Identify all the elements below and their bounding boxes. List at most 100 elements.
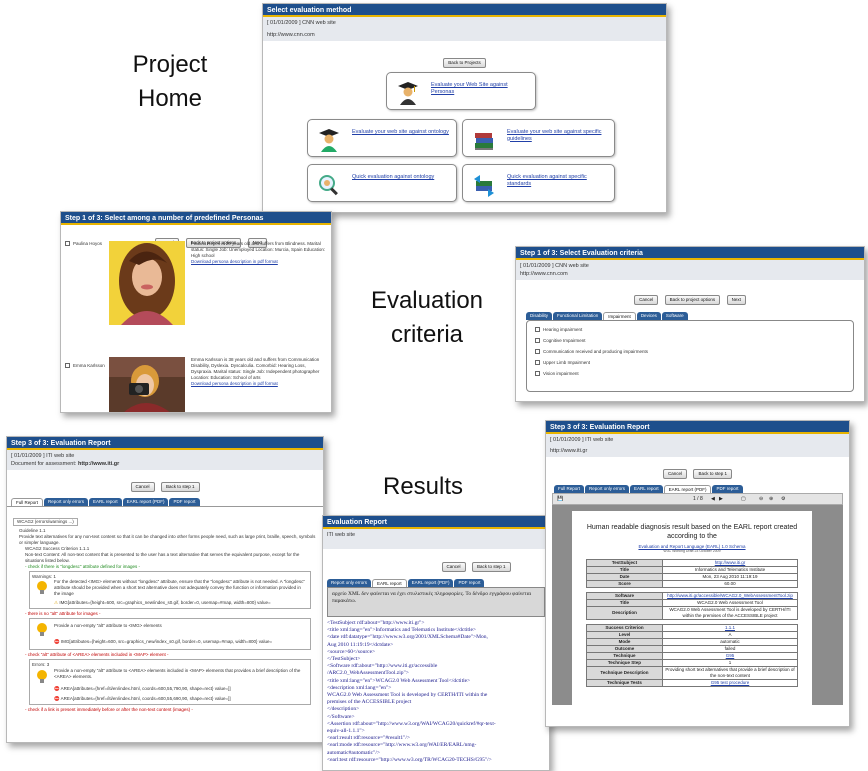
option-quick-ontology[interactable]: Quick evaluation against ontology xyxy=(307,164,457,202)
code-line: /ARC2.0_WebAssessmentTool.zip"> xyxy=(327,670,409,677)
report-body: WCAG2 (errors/warnings ...) Guideline 1.… xyxy=(7,506,323,736)
criteria-item[interactable]: Vision impairment xyxy=(535,371,845,377)
table-value[interactable]: G95 test procedure xyxy=(661,679,799,687)
error-item: ⛔ AREA[attributes={href=/iti/en/index.ht… xyxy=(54,696,306,702)
criteria-item[interactable]: Cognitive Impairment xyxy=(535,338,845,344)
tab-devices[interactable]: Devices xyxy=(636,312,661,320)
error-text: Provide a non-empty "alt" attribute to <… xyxy=(54,668,301,679)
check-heading: - there is no "alt" attribute for images… xyxy=(25,611,101,616)
criteria-checkbox[interactable] xyxy=(535,360,540,366)
cancel-button[interactable]: Cancel xyxy=(130,482,155,492)
error-circle-icon: ⛔ xyxy=(54,696,60,701)
table-value: Providing short text alternatives that p… xyxy=(661,666,799,680)
back-to-step-1-button[interactable]: Back to step 1 xyxy=(160,482,200,492)
tab-software[interactable]: Software xyxy=(661,312,688,320)
error-item-text: AREA[attributes={href=/iti/en/index.html… xyxy=(60,686,231,691)
error-item: ⛔ AREA[attributes={href=/iti/en/index.ht… xyxy=(54,686,306,692)
table-value: WCAG2.0 Web Assessment Tool is developed… xyxy=(661,606,799,620)
tab-earl-report-pdf[interactable]: EARL report (PDF) xyxy=(407,579,454,587)
criteria-checkbox[interactable] xyxy=(535,371,540,377)
criteria-item[interactable]: Upper Limb Impairment xyxy=(535,360,845,366)
table-key: Description xyxy=(586,606,663,620)
zoom-out-icon[interactable]: ⊖ xyxy=(759,494,763,504)
code-line: </Software> xyxy=(327,713,355,720)
project-info: [ 01/01/2009 ] ITI web site Document for… xyxy=(7,450,323,470)
summary-line[interactable]: WCAG2 (errors/warnings ...) xyxy=(13,518,78,526)
criteria-label: Hearing impairment xyxy=(543,327,583,332)
project-info: [ 01/01/2009 ] CNN web site http://www.c… xyxy=(263,17,666,41)
page-indicator: 1 / 8 xyxy=(693,496,703,502)
option-personas-label[interactable]: Evaluate your Web Site against Personas xyxy=(431,82,529,95)
document-line: Document for assessment: http://www.iti.… xyxy=(11,460,319,468)
criteria-checkbox[interactable] xyxy=(535,327,540,333)
persona-checkbox[interactable] xyxy=(65,241,70,247)
table-key: Software xyxy=(586,592,663,600)
persona-name: Emma Karlsson xyxy=(73,363,105,368)
option-guidelines[interactable]: Evaluate your web site against specific … xyxy=(462,119,615,157)
criteria-item[interactable]: Hearing impairment xyxy=(535,327,845,333)
prev-page-icon[interactable]: ◀ xyxy=(711,494,715,504)
back-to-project-options-button[interactable]: Back to project options xyxy=(664,295,721,305)
cancel-button[interactable]: Cancel xyxy=(663,469,688,479)
code-line: <date rdf:datatype="http://www.w3.org/20… xyxy=(327,634,488,641)
persona-checkbox-label[interactable]: Paulina Hoyos xyxy=(65,241,102,247)
option-ontology[interactable]: Evaluate your web site against ontology xyxy=(307,119,457,157)
tab-full-report[interactable]: Full Report xyxy=(11,498,44,506)
persona-photo xyxy=(109,357,185,412)
criteria-checkbox[interactable] xyxy=(535,338,540,344)
error-block: Errors: 3 Provide a non-empty "alt" attr… xyxy=(29,659,311,705)
pdf-viewport: Human readable diagnosis result based on… xyxy=(552,505,843,705)
tab-earl-report[interactable]: EARL report xyxy=(630,485,663,493)
criteria-item[interactable]: Communication received and producing imp… xyxy=(535,349,845,355)
tab-report-only-errors[interactable]: Report only errors xyxy=(327,579,372,587)
tab-report-only-errors[interactable]: Report only errors xyxy=(585,485,630,493)
option-quick-ontology-label[interactable]: Quick evaluation against ontology xyxy=(352,174,450,181)
tab-earl-report[interactable]: EARL report xyxy=(89,498,122,506)
save-icon[interactable]: 💾 xyxy=(557,494,563,504)
tab-pdf-report[interactable]: PDF report xyxy=(169,498,200,506)
zoom-in-icon[interactable]: ⊕ xyxy=(769,494,773,504)
persona-pdf-link[interactable]: Download persona description in pdf form… xyxy=(191,259,327,265)
fit-page-icon[interactable]: ▢ xyxy=(741,494,746,504)
tab-pdf-report[interactable]: PDF report xyxy=(712,485,743,493)
tab-earl-report-pdf[interactable]: EARL report (PDF) xyxy=(663,485,712,493)
option-quick-standards-label[interactable]: Quick evaluation against specific standa… xyxy=(507,174,608,187)
project-url: http://www.cnn.com xyxy=(520,271,568,277)
code-line: <title xml:lang="en">WCAG2.0 Web Assessm… xyxy=(327,677,471,684)
next-button[interactable]: Next xyxy=(726,295,746,305)
back-to-step-1-button[interactable]: Back to step 1 xyxy=(471,562,511,572)
code-line: <earl:test rdf:resource="http://www.w3.o… xyxy=(327,756,492,763)
next-page-icon[interactable]: ▶ xyxy=(719,494,723,504)
tab-earl-report[interactable]: EARL report xyxy=(372,579,407,587)
persona-checkbox-label[interactable]: Emma Karlsson xyxy=(65,363,105,369)
back-to-step-1-button[interactable]: Back to step 1 xyxy=(693,469,732,479)
criteria-list: Hearing impairment Cognitive Impairment … xyxy=(526,320,854,392)
tab-disability[interactable]: Disability xyxy=(526,312,553,320)
option-personas[interactable]: Evaluate your Web Site against Personas xyxy=(386,72,536,110)
guideline-text: Provide text alternatives for any non-te… xyxy=(19,534,316,545)
option-guidelines-label[interactable]: Evaluate your web site against specific … xyxy=(507,129,608,142)
criteria-checkbox[interactable] xyxy=(535,349,540,355)
criteria-label: Upper Limb Impairment xyxy=(543,360,591,365)
back-to-projects-button[interactable]: Back to Projects xyxy=(443,58,486,68)
tab-earl-report-pdf[interactable]: EARL report (PDF) xyxy=(122,498,169,506)
persona-pdf-link[interactable]: Download persona description in pdf form… xyxy=(191,381,327,387)
settings-icon[interactable]: ⚙ xyxy=(781,494,785,504)
tab-full-report[interactable]: Full Report xyxy=(554,485,585,493)
persona-checkbox[interactable] xyxy=(65,363,70,369)
tab-pdf-report[interactable]: PDF report xyxy=(454,579,485,587)
table-value[interactable]: 1.1.1 xyxy=(661,624,799,632)
table-value[interactable]: G95 xyxy=(661,652,799,660)
tab-impairment[interactable]: Impairment xyxy=(603,312,636,320)
table-key: Level xyxy=(586,631,663,639)
table-value[interactable]: http://www.iti.gr/accessible/WCAG2.0_Web… xyxy=(661,592,799,600)
xml-notice: αρχείο XML δεν φαίνεται να έχει στυλιστι… xyxy=(327,587,545,617)
cancel-button[interactable]: Cancel xyxy=(634,295,659,305)
option-quick-standards[interactable]: Quick evaluation against specific standa… xyxy=(462,164,615,202)
table-value[interactable]: http://www.iti.gr xyxy=(661,559,799,567)
tab-functional-limitation[interactable]: Functional Limitation xyxy=(553,312,603,320)
tab-report-only-errors[interactable]: Report only errors xyxy=(44,498,89,506)
window-title: Evaluation Report xyxy=(323,516,549,529)
cancel-button[interactable]: Cancel xyxy=(441,562,466,572)
option-ontology-label[interactable]: Evaluate your web site against ontology xyxy=(352,129,450,136)
